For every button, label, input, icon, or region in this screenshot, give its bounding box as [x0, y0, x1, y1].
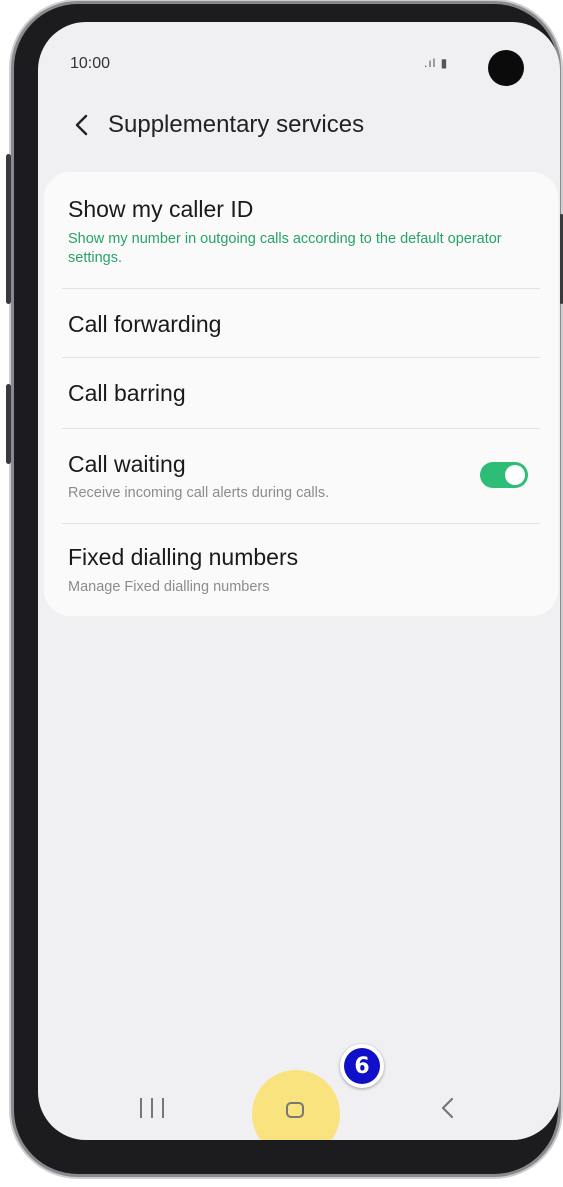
setting-show-caller-id[interactable]: Show my caller ID Show my number in outg…	[44, 172, 558, 288]
setting-title: Call barring	[68, 380, 186, 406]
setting-subtitle: Show my number in outgoing calls accordi…	[68, 231, 502, 266]
setting-title: Fixed dialling numbers	[68, 544, 299, 570]
call-waiting-toggle[interactable]	[480, 462, 528, 488]
step-number: 6	[344, 1048, 380, 1084]
signal-battery-icon: .ıl ▮	[424, 56, 449, 70]
toggle-knob	[505, 465, 525, 485]
setting-title: Call waiting	[68, 451, 186, 477]
status-bar: 10:00 .ıl ▮	[38, 22, 560, 108]
setting-subtitle: Receive incoming call alerts during call…	[68, 485, 330, 501]
back-arrow-icon[interactable]	[66, 110, 96, 140]
setting-fixed-dialling-numbers[interactable]: Fixed dialling numbers Manage Fixed dial…	[44, 524, 558, 616]
volume-button	[6, 154, 11, 304]
status-time: 10:00	[70, 55, 111, 72]
setting-title: Call forwarding	[68, 311, 222, 337]
front-camera	[488, 50, 524, 86]
nav-back-icon[interactable]	[438, 1096, 458, 1120]
setting-call-forwarding[interactable]: Call forwarding	[44, 289, 558, 357]
bixby-button	[6, 384, 11, 464]
page-title: Supplementary services	[108, 111, 365, 138]
setting-call-waiting[interactable]: Call waiting Receive incoming call alert…	[44, 429, 558, 523]
app-bar: Supplementary services	[38, 100, 560, 150]
phone-frame: 10:00 .ıl ▮ Supplementary services Show …	[6, 4, 563, 1174]
home-button-icon[interactable]	[286, 1102, 304, 1118]
setting-title: Show my caller ID	[68, 196, 254, 222]
setting-subtitle: Manage Fixed dialling numbers	[68, 579, 270, 595]
setting-call-barring[interactable]: Call barring	[44, 358, 558, 428]
recent-apps-icon[interactable]	[140, 1098, 164, 1118]
settings-card: Show my caller ID Show my number in outg…	[44, 172, 558, 616]
navigation-bar	[38, 1070, 560, 1140]
step-number-badge: 6	[340, 1044, 384, 1088]
screen: 10:00 .ıl ▮ Supplementary services Show …	[38, 22, 560, 1140]
